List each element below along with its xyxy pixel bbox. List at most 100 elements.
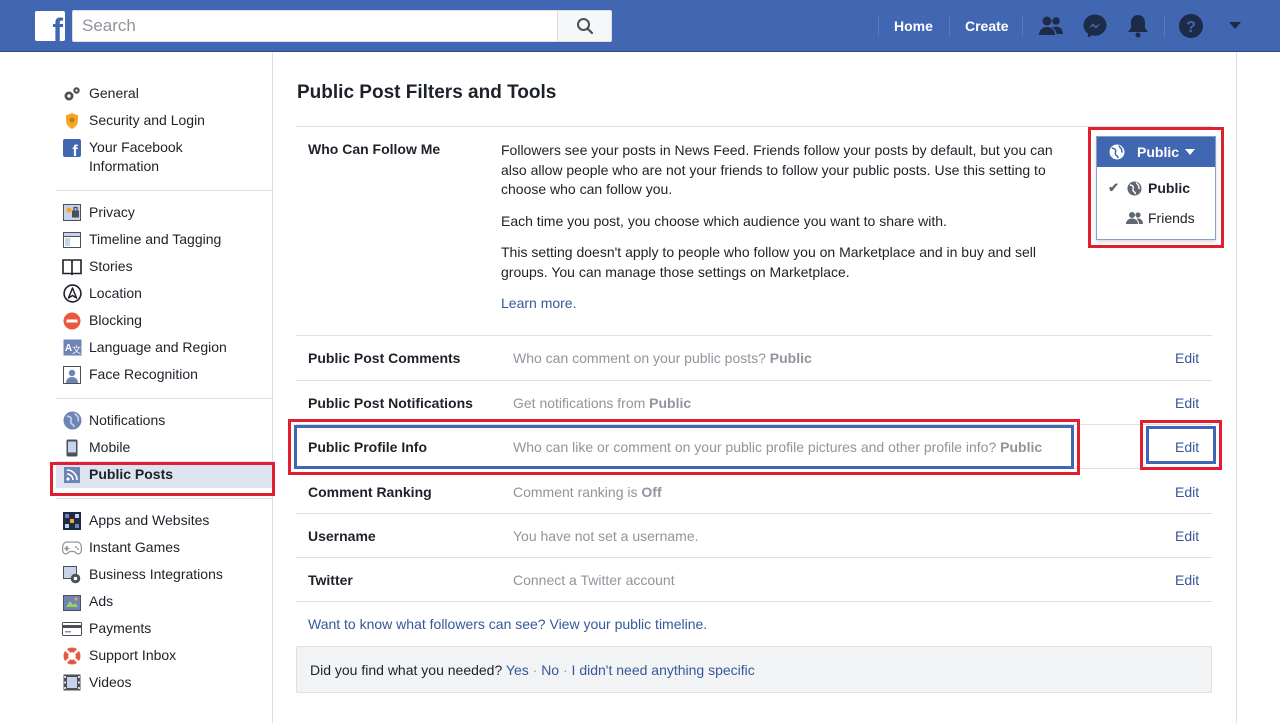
sidebar-item-security-and-login[interactable]: Security and Login [56,107,272,134]
facebook-logo-icon[interactable]: f [35,11,65,41]
search-input[interactable] [73,11,558,41]
twitter-edit-link[interactable]: Edit [1175,572,1199,588]
public-profile-info-value: Who can like or comment on your public p… [513,439,1043,455]
nav-separator [878,16,879,36]
nav-separator [1022,16,1023,36]
globe-icon [1122,180,1146,196]
create-link[interactable]: Create [965,18,1009,34]
sidebar-item-face-recognition[interactable]: Face Recognition [56,361,272,388]
sidebar-item-location[interactable]: Location [56,280,272,307]
sidebar-item-payments[interactable]: Payments [56,615,272,642]
who-can-follow-me-label: Who Can Follow Me [308,141,441,157]
sidebar-item-business-integrations[interactable]: Business Integrations [56,561,272,588]
nav-separator [949,16,950,36]
comment-ranking-label: Comment Ranking [308,484,432,500]
comment-ranking-edit-link[interactable]: Edit [1175,484,1199,500]
row-divider [296,468,1212,469]
sidebar-item-label: Stories [89,258,133,274]
username-label: Username [308,528,376,544]
username-edit-link[interactable]: Edit [1175,528,1199,544]
audience-option-label: Friends [1148,210,1195,226]
sidebar-item-your-facebook-information[interactable]: f Your Facebook Information [56,134,272,180]
public-post-comments-edit-link[interactable]: Edit [1175,350,1199,366]
learn-more-link[interactable]: Learn more. [501,295,576,311]
rss-icon [62,465,82,484]
public-post-comments-label: Public Post Comments [308,350,461,366]
notifications-bell-icon[interactable] [1125,13,1151,39]
view-public-timeline-link[interactable]: Want to know what followers can see? Vie… [308,616,707,632]
public-post-notifications-value: Get notifications from Public [513,395,692,411]
sidebar-item-ads[interactable]: Ads [56,588,272,615]
sidebar-item-public-posts[interactable]: Public Posts [56,461,274,488]
twitter-value: Connect a Twitter account [513,572,675,588]
feedback-nothing-specific-link[interactable]: I didn't need anything specific [572,662,755,678]
audience-option-friends[interactable]: Friends [1097,205,1215,231]
audience-option-public[interactable]: ✔ Public [1097,175,1215,201]
sidebar-item-mobile[interactable]: Mobile [56,434,272,461]
sidebar-item-label: Ads [89,593,114,609]
audience-selector-button[interactable]: Public [1097,137,1215,167]
public-profile-info-edit-link[interactable]: Edit [1175,439,1199,455]
facebook-icon: f [62,138,82,157]
audience-selector-dropdown: Public ✔ Public Friends [1096,136,1216,240]
sidebar-item-privacy[interactable]: Privacy [56,199,272,226]
sidebar-item-label: Security and Login [89,112,205,128]
sidebar-item-label: Face Recognition [89,366,198,382]
face-icon [62,365,82,384]
sidebar-item-blocking[interactable]: Blocking [56,307,272,334]
sidebar-item-label: Timeline and Tagging [89,231,222,247]
follow-description-paragraph: This setting doesn't apply to people who… [501,244,1037,280]
row-divider [296,424,1212,425]
public-post-notifications-edit-link[interactable]: Edit [1175,395,1199,411]
friends-icon [1122,211,1146,225]
video-icon [62,673,82,692]
row-divider [296,335,1212,336]
feedback-separator: · [532,662,538,678]
sidebar-item-label: Blocking [89,312,142,328]
chevron-down-icon [1185,149,1196,155]
sidebar-item-stories[interactable]: Stories [56,253,272,280]
sidebar-item-timeline-and-tagging[interactable]: Timeline and Tagging [56,226,272,253]
row-divider [296,601,1212,602]
business-icon [62,565,82,584]
help-icon[interactable]: ? [1178,13,1204,39]
sidebar-group-apps: Apps and Websites Instant Games Business… [56,499,272,706]
apps-icon [62,511,82,530]
sidebar-group-privacy: Privacy Timeline and Tagging Stories Loc… [56,191,272,399]
mobile-icon [62,438,82,457]
feedback-separator: · [562,662,568,678]
sidebar-item-label: Payments [89,620,152,636]
book-icon [62,257,82,276]
svg-text:文: 文 [71,344,80,355]
sidebar-divider [272,52,273,723]
sidebar-item-general[interactable]: General [56,80,272,107]
ads-icon [62,592,82,611]
card-icon [62,619,82,638]
friend-requests-icon[interactable] [1038,13,1064,39]
home-link[interactable]: Home [894,18,933,34]
public-profile-info-label: Public Profile Info [308,439,428,455]
sidebar-item-label: Privacy [89,204,135,220]
sidebar-item-language-and-region[interactable]: A文 Language and Region [56,334,272,361]
sidebar-item-notifications[interactable]: Notifications [56,407,272,434]
feedback-yes-link[interactable]: Yes [506,662,529,678]
svg-text:?: ? [1186,19,1196,36]
sidebar-group-notifications: Notifications Mobile Public Posts [56,399,274,499]
feedback-no-link[interactable]: No [541,662,559,678]
checkmark-icon: ✔ [1108,180,1119,195]
sidebar-item-label: Support Inbox [89,647,177,663]
account-menu-chevron-down-icon[interactable] [1222,13,1248,39]
follow-description-paragraph: Followers see your posts in News Feed. F… [501,142,1053,197]
sidebar-item-label: Your Facebook Information [89,139,183,174]
page-title: Public Post Filters and Tools [297,82,557,103]
search-button[interactable] [557,11,611,41]
sidebar-item-support-inbox[interactable]: Support Inbox [56,642,272,669]
sidebar-item-apps-and-websites[interactable]: Apps and Websites [56,507,272,534]
sidebar-item-videos[interactable]: Videos [56,669,272,696]
gamepad-icon [62,538,82,557]
messenger-icon[interactable] [1082,13,1108,39]
search-box [72,10,612,42]
sidebar-item-label: Public Posts [89,466,174,482]
sidebar-item-label: Instant Games [89,539,181,555]
sidebar-item-instant-games[interactable]: Instant Games [56,534,272,561]
